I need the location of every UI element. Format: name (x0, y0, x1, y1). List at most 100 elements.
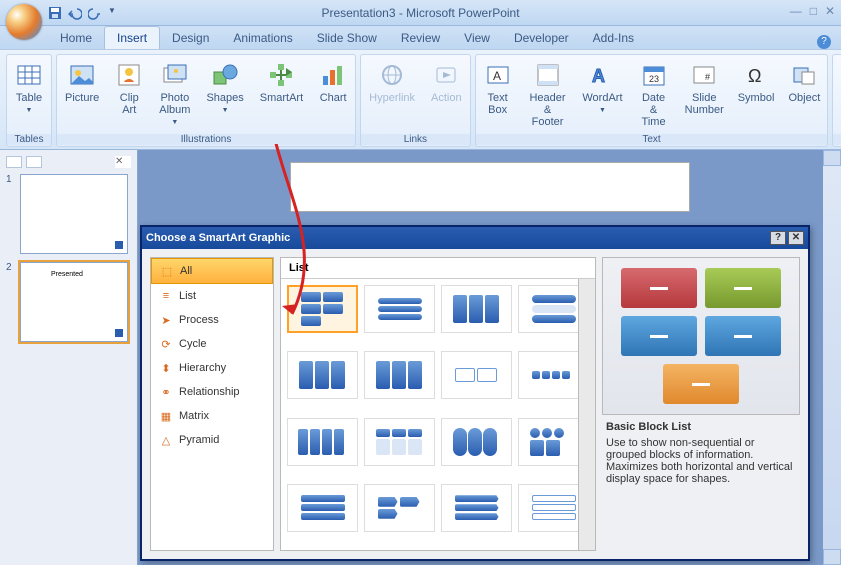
category-cycle[interactable]: ⟳Cycle (151, 332, 273, 356)
layout-option[interactable] (518, 484, 589, 532)
category-label: Relationship (179, 386, 240, 398)
group-label: Text (476, 134, 828, 145)
shapes-button[interactable]: Shapes ▼ (198, 55, 251, 146)
tab-animations[interactable]: Animations (221, 27, 304, 49)
matrix-icon: ▦ (159, 409, 173, 423)
pyramid-icon: △ (159, 433, 173, 447)
date-button[interactable]: 23 Date & Time (629, 55, 677, 146)
textbox-button[interactable]: A Text Box (476, 55, 520, 146)
layout-option[interactable] (518, 351, 589, 399)
relationship-icon: ⚭ (159, 385, 173, 399)
cmd-label: Text Box (488, 92, 508, 116)
slidenum-button[interactable]: # Slide Number (678, 55, 731, 146)
cmd-label: Picture (65, 92, 99, 104)
panel-tabs: ✕ (6, 156, 131, 170)
wordart-icon: A (588, 61, 616, 89)
hyperlink-button[interactable]: Hyperlink (361, 55, 423, 146)
slide-thumb-2[interactable]: 2 Presented (6, 262, 131, 342)
clipart-button[interactable]: Clip Art (107, 55, 151, 146)
help-icon[interactable]: ? (817, 35, 831, 49)
slides-tab[interactable] (6, 156, 22, 168)
group-tables: Table ▼ Tables (6, 54, 52, 147)
dialog-close-button[interactable]: ✕ (788, 231, 804, 245)
layout-option[interactable] (364, 484, 435, 532)
layout-option[interactable] (287, 484, 358, 532)
layout-option[interactable] (364, 285, 435, 333)
category-label: Matrix (179, 410, 209, 422)
layout-option[interactable] (287, 418, 358, 466)
action-icon (432, 61, 460, 89)
symbol-button[interactable]: Ω Symbol (731, 55, 782, 146)
dialog-title: Choose a SmartArt Graphic (146, 232, 290, 244)
group-label: Illustrations (57, 134, 355, 145)
layout-option[interactable] (441, 351, 512, 399)
clipart-icon (115, 61, 143, 89)
header-button[interactable]: Header & Footer (520, 55, 576, 146)
photoalbum-button[interactable]: Photo Album ▼ (151, 55, 198, 146)
all-icon: ⬚ (160, 264, 174, 278)
category-hierarchy[interactable]: ⬍Hierarchy (151, 356, 273, 380)
smartart-dialog: Choose a SmartArt Graphic ? ✕ ⬚All ≡List… (140, 225, 810, 561)
layout-option[interactable] (364, 418, 435, 466)
cmd-label: Clip Art (120, 92, 139, 116)
category-list: ⬚All ≡List ➤Process ⟳Cycle ⬍Hierarchy ⚭ R… (150, 257, 274, 551)
tab-slideshow[interactable]: Slide Show (305, 27, 389, 49)
dialog-body: ⬚All ≡List ➤Process ⟳Cycle ⬍Hierarchy ⚭ R… (142, 249, 808, 559)
maximize-button[interactable]: □ (810, 4, 817, 18)
cmd-label: Object (789, 92, 821, 104)
layout-option[interactable] (364, 351, 435, 399)
dialog-titlebar[interactable]: Choose a SmartArt Graphic ? ✕ (142, 227, 808, 249)
shapes-icon (211, 61, 239, 89)
chart-button[interactable]: Chart (311, 55, 355, 146)
slide-thumb-1[interactable]: 1 (6, 174, 131, 254)
scroll-down-button[interactable] (823, 549, 841, 565)
vertical-scrollbar[interactable] (823, 150, 841, 565)
minimize-button[interactable]: — (790, 4, 802, 18)
layout-option[interactable] (518, 418, 589, 466)
wordart-button[interactable]: A WordArt ▼ (575, 55, 629, 146)
category-matrix[interactable]: ▦ Matrix (151, 404, 273, 428)
category-process[interactable]: ➤Process (151, 308, 273, 332)
close-button[interactable]: ✕ (825, 4, 835, 18)
tab-home[interactable]: Home (48, 27, 104, 49)
table-button[interactable]: Table ▼ (7, 55, 51, 146)
movie-button[interactable]: Movie ▼ (833, 55, 841, 146)
tab-developer[interactable]: Developer (502, 27, 581, 49)
svg-text:Ω: Ω (748, 66, 761, 86)
layout-option[interactable] (518, 285, 589, 333)
hyperlink-icon (378, 61, 406, 89)
header-icon (534, 61, 562, 89)
tab-view[interactable]: View (452, 27, 502, 49)
cmd-label: Slide Number (685, 92, 724, 116)
tab-review[interactable]: Review (389, 27, 452, 49)
preview-block (663, 364, 739, 404)
layout-option[interactable] (441, 484, 512, 532)
object-button[interactable]: Object (781, 55, 827, 146)
outline-tab[interactable] (26, 156, 42, 168)
office-button[interactable] (6, 4, 42, 40)
tab-insert[interactable]: Insert (104, 26, 160, 49)
chart-icon (319, 61, 347, 89)
category-relationship[interactable]: ⚭ Relationship (151, 380, 273, 404)
category-pyramid[interactable]: △Pyramid (151, 428, 273, 452)
layout-basic-block-list[interactable] (287, 285, 358, 333)
current-slide[interactable] (290, 162, 690, 212)
tab-design[interactable]: Design (160, 27, 221, 49)
tab-addins[interactable]: Add-Ins (581, 27, 646, 49)
layout-option[interactable] (287, 351, 358, 399)
layout-preview: Basic Block List Use to show non-sequent… (602, 257, 800, 551)
table-label: Table (16, 92, 42, 104)
panel-close-icon[interactable]: ✕ (115, 156, 131, 168)
dialog-help-button[interactable]: ? (770, 231, 786, 245)
layout-option[interactable] (441, 418, 512, 466)
date-icon: 23 (640, 61, 668, 89)
category-list-item[interactable]: ≡List (151, 284, 273, 308)
scroll-up-button[interactable] (823, 150, 841, 166)
picture-button[interactable]: Picture (57, 55, 107, 146)
action-button[interactable]: Action (423, 55, 470, 146)
group-label: Tables (7, 134, 51, 145)
smartart-button[interactable]: SmartArt (252, 55, 311, 146)
layout-option[interactable] (441, 285, 512, 333)
object-icon (790, 61, 818, 89)
category-all[interactable]: ⬚All (151, 258, 273, 284)
